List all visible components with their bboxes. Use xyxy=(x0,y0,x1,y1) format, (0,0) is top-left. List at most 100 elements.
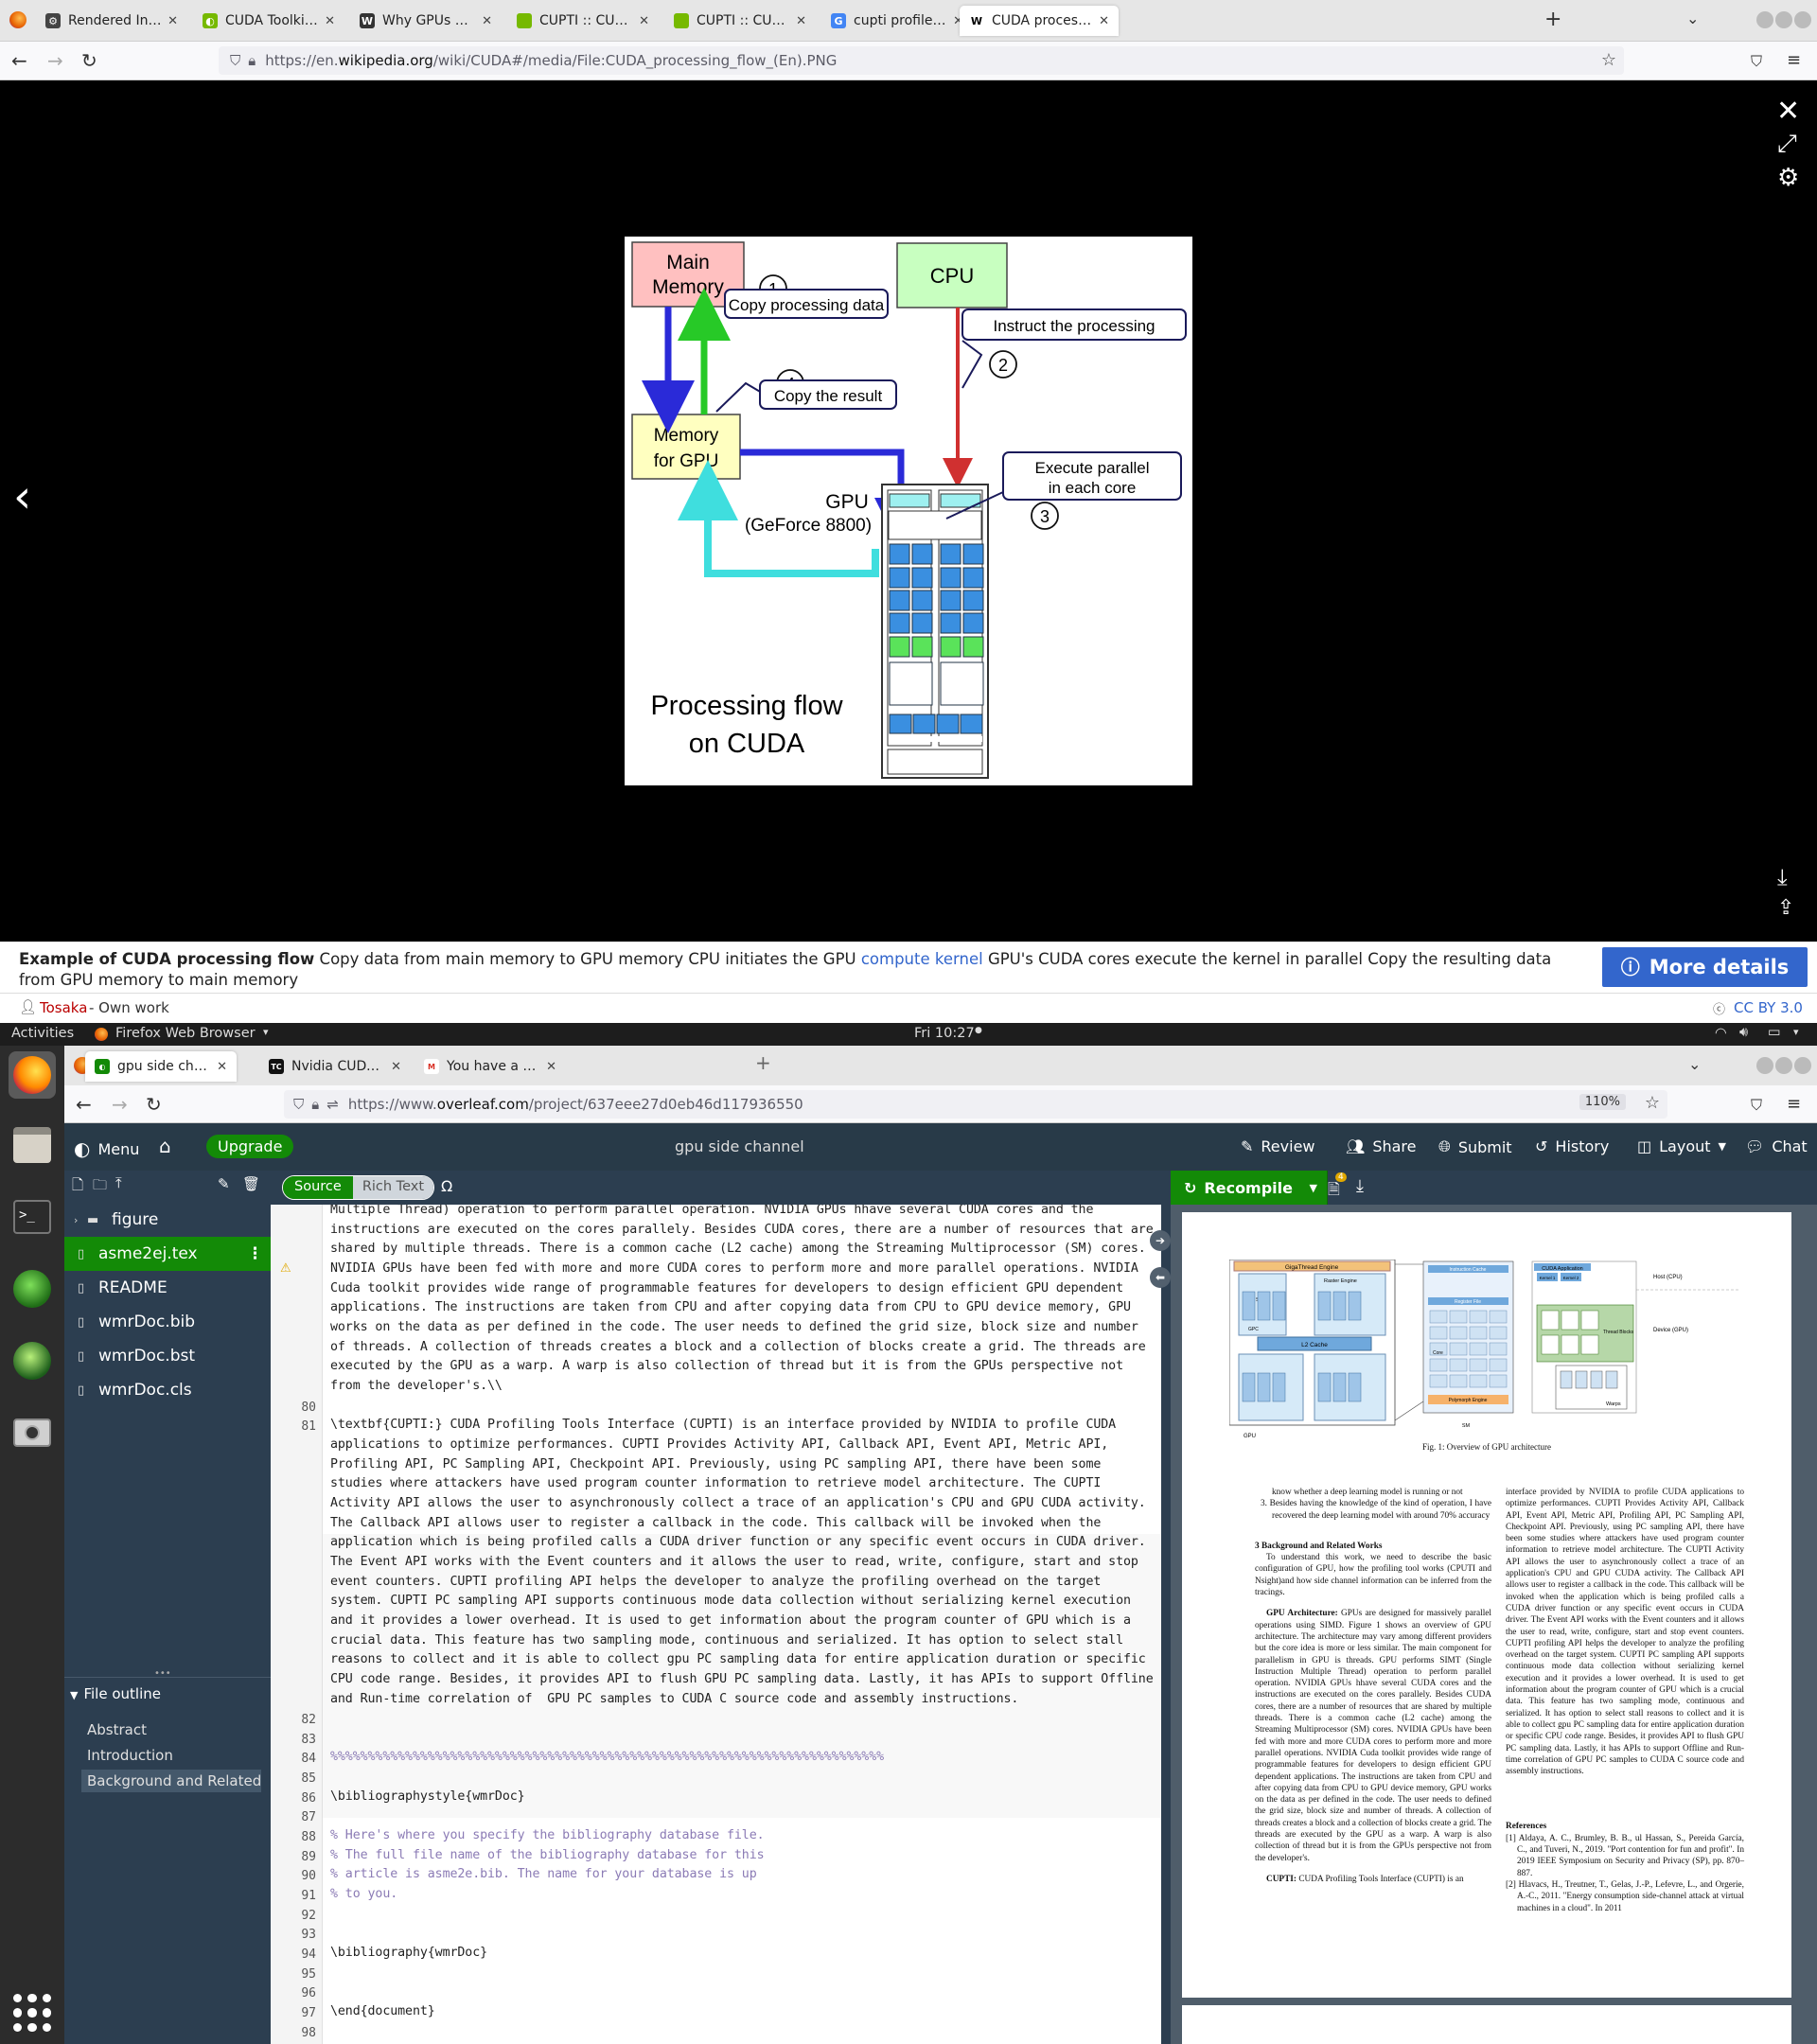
battery-icon[interactable]: ▭ xyxy=(1768,1025,1781,1040)
dock-app-icon-1[interactable] xyxy=(9,1265,56,1313)
author-link[interactable]: Tosaka xyxy=(40,999,87,1016)
code-line[interactable]: instructions are executed on the cores p… xyxy=(330,1223,1154,1237)
browser-tab[interactable]: CUPTI :: CUDA Toolkit Docum ✕ xyxy=(507,6,659,36)
code-line[interactable]: The Event API works with the Event count… xyxy=(330,1555,1138,1569)
home-icon[interactable]: ⌂ xyxy=(159,1135,171,1157)
new-tab-button-2[interactable]: + xyxy=(755,1051,771,1074)
code-line[interactable]: \bibliographystyle{wmrDoc} xyxy=(330,1789,525,1804)
code-line[interactable]: system. CUPTI PC sampling API supports c… xyxy=(330,1594,1131,1608)
tab-close-icon[interactable]: ✕ xyxy=(325,14,335,28)
download-icon[interactable]: ⤓ xyxy=(1777,864,1788,890)
dock-firefox-icon[interactable] xyxy=(9,1051,56,1099)
code-line[interactable]: reasons to collect and it is able to col… xyxy=(330,1652,1146,1666)
clock[interactable]: Fri 10:27 xyxy=(914,1026,975,1041)
code-line[interactable]: executed by the GPU as a warp. A warp is… xyxy=(330,1359,1123,1373)
code-line[interactable]: works on the data as per defined in the … xyxy=(330,1320,1138,1334)
tab-close-icon[interactable]: ✕ xyxy=(482,14,492,28)
activities-button[interactable]: Activities xyxy=(11,1026,74,1041)
download-pdf-icon[interactable]: ⤓ xyxy=(1356,1176,1364,1196)
history-button[interactable]: ↺ History xyxy=(1535,1137,1609,1155)
browser-tab[interactable]: W Why GPUs are more suite ✕ xyxy=(350,6,502,36)
dock-camera-icon[interactable] xyxy=(9,1409,56,1456)
rename-pencil-icon[interactable]: ✎ xyxy=(218,1175,230,1192)
firefox-menu-icon[interactable] xyxy=(9,11,26,28)
layout-button[interactable]: ◫ Layout ▼ xyxy=(1637,1137,1726,1155)
recompile-options-chevron-icon[interactable]: ▼ xyxy=(1310,1182,1317,1194)
outline-item[interactable]: Introduction xyxy=(81,1744,179,1767)
recompile-button[interactable]: ↻ Recompile ▼ xyxy=(1171,1171,1327,1205)
code-line[interactable]: CPU code range. Besides, it provides API… xyxy=(330,1672,1154,1686)
tab-close-icon[interactable]: ✕ xyxy=(217,1060,227,1074)
code-line[interactable]: applications. The instructions are taken… xyxy=(330,1300,1131,1314)
close-window-button[interactable] xyxy=(1794,11,1811,28)
goto-code-arrow-icon[interactable]: ⬅ xyxy=(1150,1267,1171,1288)
file-outline-header[interactable]: ▼ File outline xyxy=(70,1685,161,1702)
project-title[interactable]: gpu side channel xyxy=(675,1137,804,1155)
dock-app-icon-2[interactable] xyxy=(9,1337,56,1384)
dock-files-icon[interactable] xyxy=(9,1121,56,1169)
file-item[interactable]: ▯ wmrDoc.bib xyxy=(64,1305,271,1339)
code-line[interactable]: %%%%%%%%%%%%%%%%%%%%%%%%%%%%%%%%%%%%%%%%… xyxy=(330,1750,884,1764)
license-link[interactable]: CC BY 3.0 xyxy=(1734,999,1803,1016)
previous-image-chevron-icon[interactable]: ‹ xyxy=(13,474,31,520)
show-apps-grid-icon[interactable] xyxy=(13,1994,51,2032)
code-line[interactable]: and it provides a lower overhead. It is … xyxy=(330,1613,1131,1628)
pocket-icon-2[interactable]: ⛉ xyxy=(1751,1096,1762,1115)
forward-arrow-icon[interactable]: → xyxy=(47,49,63,72)
code-editor[interactable]: 80 81 82 83 84 85 86 87 88 89 90 91 92 93 94 95 96 97 98 ⚠… xyxy=(271,1205,1161,2044)
code-line[interactable]: The Callback API allows user to register… xyxy=(330,1516,1101,1530)
code-line[interactable]: and Run-time correlation of GPU PC sampl… xyxy=(330,1692,1018,1706)
minimize-button[interactable] xyxy=(1756,11,1773,28)
browser-tab-2[interactable]: ◐ gpu side channel - Online ✕ xyxy=(85,1051,237,1082)
app-menu[interactable]: Firefox Web Browser xyxy=(115,1026,256,1041)
new-tab-button[interactable]: + xyxy=(1544,8,1561,31)
submit-button[interactable]: 🌐︎ Submit xyxy=(1438,1137,1512,1156)
reload-icon[interactable]: ↻ xyxy=(81,49,97,72)
goto-pdf-arrow-icon[interactable]: ➔ xyxy=(1150,1230,1171,1251)
file-item[interactable]: ▯ README xyxy=(64,1271,271,1305)
code-line[interactable]: Activity API allows the user to asynchro… xyxy=(330,1496,1146,1510)
outline-item[interactable]: Abstract xyxy=(81,1718,152,1741)
symbol-palette-button[interactable]: Ω xyxy=(441,1177,452,1195)
gear-icon[interactable]: ⚙ xyxy=(1777,164,1799,192)
tab-close-icon[interactable]: ✕ xyxy=(796,14,806,28)
tab-close-icon[interactable]: ✕ xyxy=(546,1060,556,1074)
forward-arrow-icon-2[interactable]: → xyxy=(112,1093,128,1116)
folder-item[interactable]: › ▬ figure xyxy=(64,1203,271,1237)
code-line[interactable]: % The full file name of the bibliography… xyxy=(330,1848,765,1862)
chat-button[interactable]: 💬︎ Chat xyxy=(1745,1137,1808,1155)
code-line[interactable]: applications to optimize performances. C… xyxy=(330,1437,1108,1452)
file-menu-icon[interactable]: ⋮ xyxy=(247,1244,263,1263)
code-line[interactable]: \bibliography{wmrDoc} xyxy=(330,1946,487,1960)
close-icon[interactable]: ✕ xyxy=(1776,95,1800,128)
hamburger-menu-icon-2[interactable]: ≡ xyxy=(1787,1094,1801,1114)
fullscreen-icon[interactable]: ⤢ xyxy=(1777,130,1797,159)
back-arrow-icon[interactable]: ← xyxy=(11,49,27,72)
wifi-icon[interactable]: ◠ xyxy=(1715,1026,1727,1041)
share-button[interactable]: 👥︎ Share xyxy=(1346,1137,1416,1155)
maximize-button-2[interactable] xyxy=(1775,1057,1792,1074)
upgrade-button[interactable]: Upgrade xyxy=(206,1135,294,1158)
code-line[interactable]: from the developer's.\\ xyxy=(330,1379,503,1393)
hamburger-menu-icon[interactable]: ≡ xyxy=(1787,50,1801,70)
code-line[interactable]: % to you. xyxy=(330,1887,397,1901)
tab-list-chevron-icon-2[interactable]: ⌄ xyxy=(1688,1055,1701,1073)
browser-tab-2[interactable]: M You have a new statemen ✕ xyxy=(415,1051,566,1082)
browser-tab[interactable]: Gcupti profiler - Google Se✕ xyxy=(821,6,973,36)
code-line[interactable]: crucial data. This feature has two sampl… xyxy=(330,1633,1123,1648)
new-file-icon[interactable]: 🗋 xyxy=(72,1175,83,1199)
code-line[interactable]: application which is being profiled call… xyxy=(330,1535,1146,1549)
file-item[interactable]: ▯ asme2ej.tex ⋮ xyxy=(64,1237,271,1271)
browser-tab[interactable]: CUPTI :: CUPTI Documentati ✕ xyxy=(664,6,816,36)
close-window-button-2[interactable] xyxy=(1794,1057,1811,1074)
code-line[interactable]: Cuda toolkit provides wide range of prog… xyxy=(330,1281,1123,1295)
code-line[interactable]: of threads. A collection of threads crea… xyxy=(330,1340,1146,1354)
share-icon[interactable]: ⇪ xyxy=(1777,896,1794,920)
bookmark-star-icon[interactable]: ☆ xyxy=(1601,50,1616,70)
code-line[interactable]: Profiling API, PC Sampling API, Checkpoi… xyxy=(330,1457,1101,1471)
file-item[interactable]: ▯ wmrDoc.bst xyxy=(64,1339,271,1373)
tab-close-icon[interactable]: ✕ xyxy=(639,14,649,28)
code-line[interactable]: % article is asme2e.bib. The name for yo… xyxy=(330,1867,757,1881)
tab-list-chevron-icon[interactable]: ⌄ xyxy=(1686,9,1699,27)
browser-tab-2[interactable]: TC Nvidia CUDA Cores Expla ✕ xyxy=(259,1051,411,1082)
